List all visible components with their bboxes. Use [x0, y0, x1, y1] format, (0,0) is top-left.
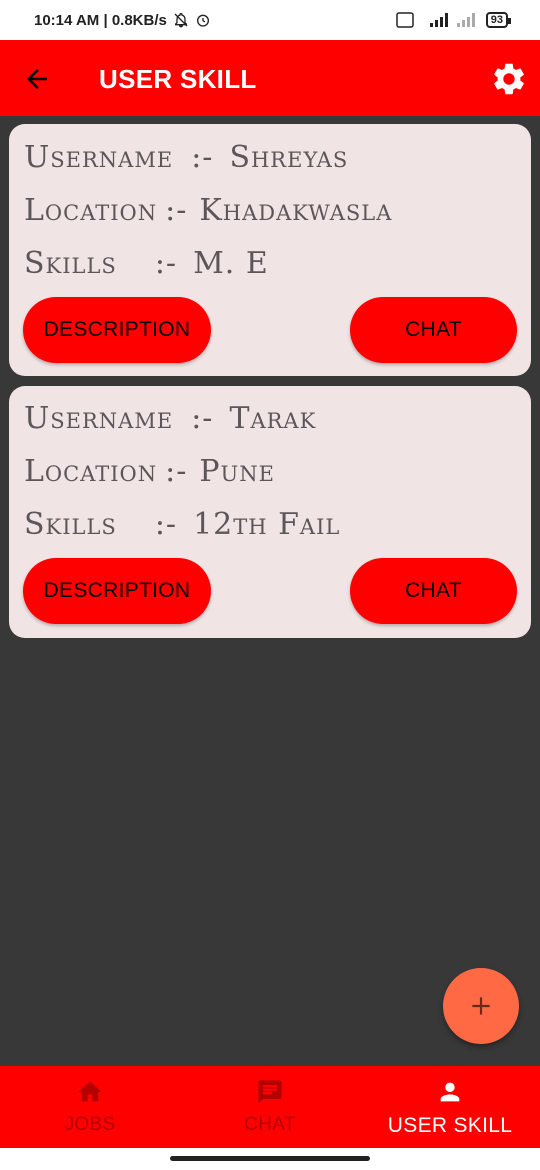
- nav-item-jobs[interactable]: JOBS: [0, 1066, 180, 1148]
- chat-icon: [258, 1080, 282, 1104]
- app-bar: USER SKILL: [0, 40, 540, 116]
- bottom-nav: JOBS CHAT USER SKILL: [0, 1066, 540, 1148]
- separator: :-: [154, 507, 178, 542]
- settings-button[interactable]: [490, 60, 528, 98]
- skills-value: 12th Fail: [193, 507, 341, 542]
- username-value: Shreyas: [229, 140, 349, 175]
- location-row: Location :- Pune: [24, 454, 275, 489]
- status-left: 10:14 AM | 0.8KB/s: [34, 12, 211, 29]
- description-button[interactable]: DESCRIPTION: [23, 297, 211, 363]
- gesture-area: [0, 1148, 540, 1170]
- skills-row: Skills :- M. E: [24, 246, 269, 281]
- username-label: Username: [24, 401, 174, 436]
- home-indicator[interactable]: [170, 1156, 370, 1161]
- separator: :-: [191, 140, 214, 175]
- username-value: Tarak: [229, 401, 317, 436]
- location-value: Pune: [199, 454, 275, 489]
- add-button[interactable]: [443, 968, 519, 1044]
- signal-icon: [456, 12, 478, 28]
- separator: :-: [165, 193, 188, 228]
- notifications-off-icon: [173, 12, 189, 28]
- page-title: USER SKILL: [99, 64, 257, 94]
- nav-label-jobs: JOBS: [64, 1114, 116, 1135]
- alarm-icon: [195, 12, 211, 28]
- separator: :-: [165, 454, 188, 489]
- person-icon: [440, 1082, 460, 1102]
- username-row: Username :- Tarak: [24, 401, 316, 436]
- arrow-left-icon: [27, 69, 47, 89]
- chat-button[interactable]: CHAT: [350, 558, 517, 624]
- skills-label: Skills: [24, 246, 117, 281]
- separator: :-: [154, 246, 178, 281]
- location-label: Location: [24, 193, 158, 228]
- gear-icon: [494, 63, 524, 95]
- skills-label: Skills: [24, 507, 117, 542]
- nav-label-user-skill: USER SKILL: [387, 1114, 513, 1137]
- separator: :-: [191, 401, 214, 436]
- nav-label-chat: CHAT: [244, 1114, 296, 1135]
- chat-button[interactable]: CHAT: [350, 297, 517, 363]
- battery-indicator: 93: [485, 12, 512, 28]
- skills-row: Skills :- 12th Fail: [24, 507, 340, 542]
- skills-value: M. E: [193, 246, 269, 281]
- status-time: 10:14 AM | 0.8KB/s: [34, 11, 167, 29]
- location-label: Location: [24, 454, 158, 489]
- volte-icon: [396, 12, 414, 28]
- location-value: Khadakwasla: [199, 193, 393, 228]
- user-card: Username :- Tarak Location :- Pune Skill…: [9, 386, 531, 638]
- status-right: 93: [396, 12, 512, 28]
- username-label: Username: [24, 140, 174, 175]
- location-row: Location :- Khadakwasla: [24, 193, 392, 228]
- nav-item-chat[interactable]: CHAT: [180, 1066, 360, 1148]
- home-icon: [78, 1081, 102, 1102]
- nav-item-user-skill[interactable]: USER SKILL: [360, 1066, 540, 1148]
- status-bar: 10:14 AM | 0.8KB/s 93: [0, 0, 540, 40]
- description-button[interactable]: DESCRIPTION: [23, 558, 211, 624]
- signal-4g-icon: [422, 12, 448, 28]
- back-button[interactable]: [22, 64, 52, 94]
- username-row: Username :- Shreyas: [24, 140, 348, 175]
- user-card: Username :- Shreyas Location :- Khadakwa…: [9, 124, 531, 376]
- plus-icon: [472, 997, 490, 1015]
